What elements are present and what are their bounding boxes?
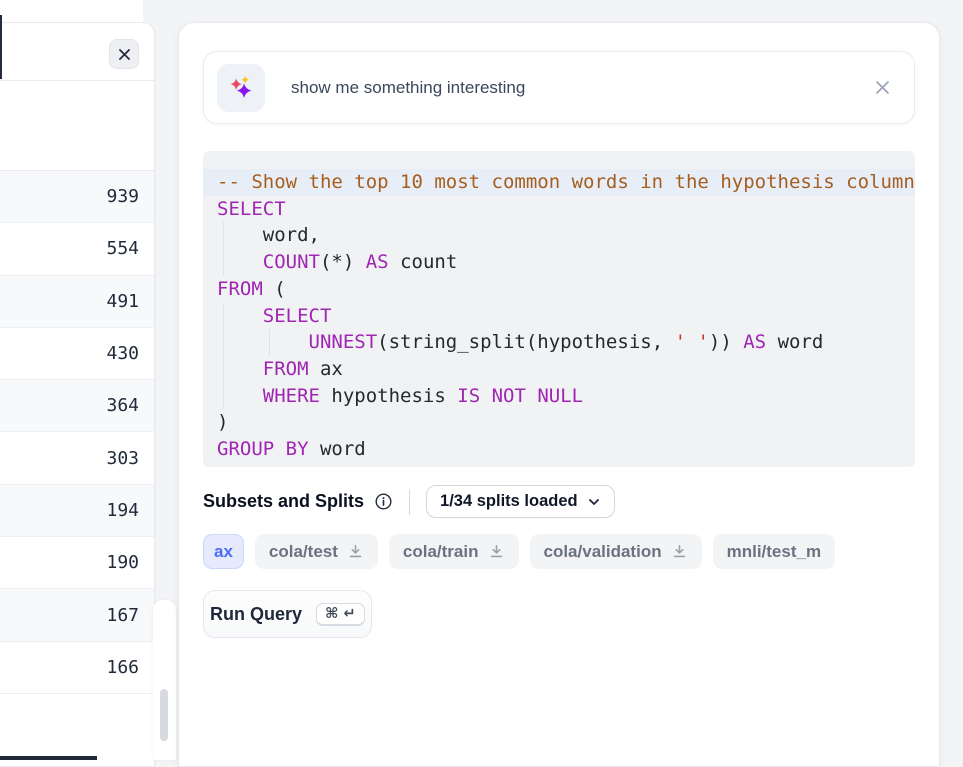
code-line: SELECT — [203, 196, 915, 223]
cell-value: 364 — [106, 395, 139, 416]
cell-border-fragment — [0, 15, 2, 79]
table-row[interactable]: 166 — [0, 642, 154, 694]
split-chip-label: cola/test — [269, 542, 338, 562]
table-rows: 939 554 491 430 364 303 194 190 167 166 — [0, 171, 154, 694]
table-row[interactable]: 491 — [0, 276, 154, 328]
cell-value: 166 — [106, 657, 139, 678]
code-line: UNNEST(string_split(hypothesis, ' ')) AS… — [203, 329, 915, 356]
split-chip-label: cola/train — [403, 542, 479, 562]
cell-value: 939 — [106, 186, 139, 207]
bottom-panel-edge — [0, 756, 97, 760]
table-row[interactable]: 167 — [0, 589, 154, 641]
download-icon[interactable] — [347, 543, 364, 560]
table-header-row — [0, 23, 154, 81]
splits-loaded-dropdown[interactable]: 1/34 splits loaded — [426, 485, 615, 518]
code-line: FROM ( — [203, 276, 915, 303]
split-chip-label: ax — [214, 542, 233, 562]
scrollbar-thumb[interactable] — [160, 689, 168, 741]
close-icon — [118, 48, 131, 61]
chevron-down-icon — [587, 495, 601, 509]
table-row[interactable]: 190 — [0, 537, 154, 589]
split-chip-label: mnli/test_m — [727, 542, 821, 562]
code-lines: -- Show the top 10 most common words in … — [203, 169, 915, 463]
run-query-label: Run Query — [210, 604, 302, 625]
sparkle-icon — [217, 64, 265, 112]
cell-value: 430 — [106, 343, 139, 364]
code-line: FROM ax — [203, 356, 915, 383]
table-row[interactable]: 364 — [0, 380, 154, 432]
prompt-query-text[interactable]: show me something interesting — [291, 78, 847, 98]
table-row[interactable]: 303 — [0, 432, 154, 484]
cell-value: 303 — [106, 448, 139, 469]
cell-value: 554 — [106, 238, 139, 259]
left-table-panel: 939 554 491 430 364 303 194 190 167 166 — [0, 22, 155, 767]
code-line: -- Show the top 10 most common words in … — [203, 169, 915, 196]
info-icon[interactable] — [374, 492, 393, 511]
split-chips-row: ax cola/test cola/train cola/validation mnli… — [203, 534, 915, 569]
split-chip[interactable]: mnli/test_m — [713, 534, 835, 569]
cell-value: 190 — [106, 552, 139, 573]
cell-value: 194 — [106, 500, 139, 521]
split-chip[interactable]: cola/test — [255, 534, 378, 569]
table-row[interactable]: 554 — [0, 223, 154, 275]
code-line: ) — [203, 409, 915, 436]
split-chip[interactable]: cola/train — [389, 534, 519, 569]
enter-key-icon: ↵ — [343, 606, 355, 622]
cell-value: 167 — [106, 605, 139, 626]
code-line: GROUP BY word — [203, 436, 915, 463]
close-icon — [873, 78, 892, 97]
table-row[interactable]: 194 — [0, 485, 154, 537]
splits-loaded-label: 1/34 splits loaded — [440, 492, 578, 511]
sql-console-panel: show me something interesting -- Show th… — [178, 22, 940, 767]
subsets-title: Subsets and Splits — [203, 491, 364, 512]
sql-editor[interactable]: -- Show the top 10 most common words in … — [203, 151, 915, 467]
keyboard-shortcut-badge: ⌘↵ — [316, 603, 365, 626]
table-empty-row — [0, 81, 154, 171]
cell-value: 491 — [106, 291, 139, 312]
code-line: SELECT — [203, 303, 915, 330]
code-line: word, — [203, 222, 915, 249]
clear-prompt-button[interactable] — [873, 78, 892, 97]
ai-prompt-input[interactable]: show me something interesting — [203, 51, 915, 124]
subsets-and-splits-bar: Subsets and Splits 1/34 splits loaded — [203, 485, 915, 518]
code-line: WHERE hypothesis IS NOT NULL — [203, 383, 915, 410]
close-button[interactable] — [109, 39, 139, 69]
split-chip[interactable]: ax — [203, 534, 244, 569]
cmd-key-icon: ⌘ — [325, 606, 338, 622]
run-query-button[interactable]: Run Query ⌘↵ — [203, 590, 372, 638]
download-icon[interactable] — [488, 543, 505, 560]
code-line: COUNT(*) AS count — [203, 249, 915, 276]
table-row[interactable]: 939 — [0, 171, 154, 223]
split-chip[interactable]: cola/validation — [530, 534, 702, 569]
split-chip-label: cola/validation — [544, 542, 662, 562]
table-top-area — [0, 0, 143, 22]
divider — [409, 489, 410, 515]
scrollbar-track — [153, 600, 176, 760]
download-icon[interactable] — [671, 543, 688, 560]
table-row[interactable]: 430 — [0, 328, 154, 380]
